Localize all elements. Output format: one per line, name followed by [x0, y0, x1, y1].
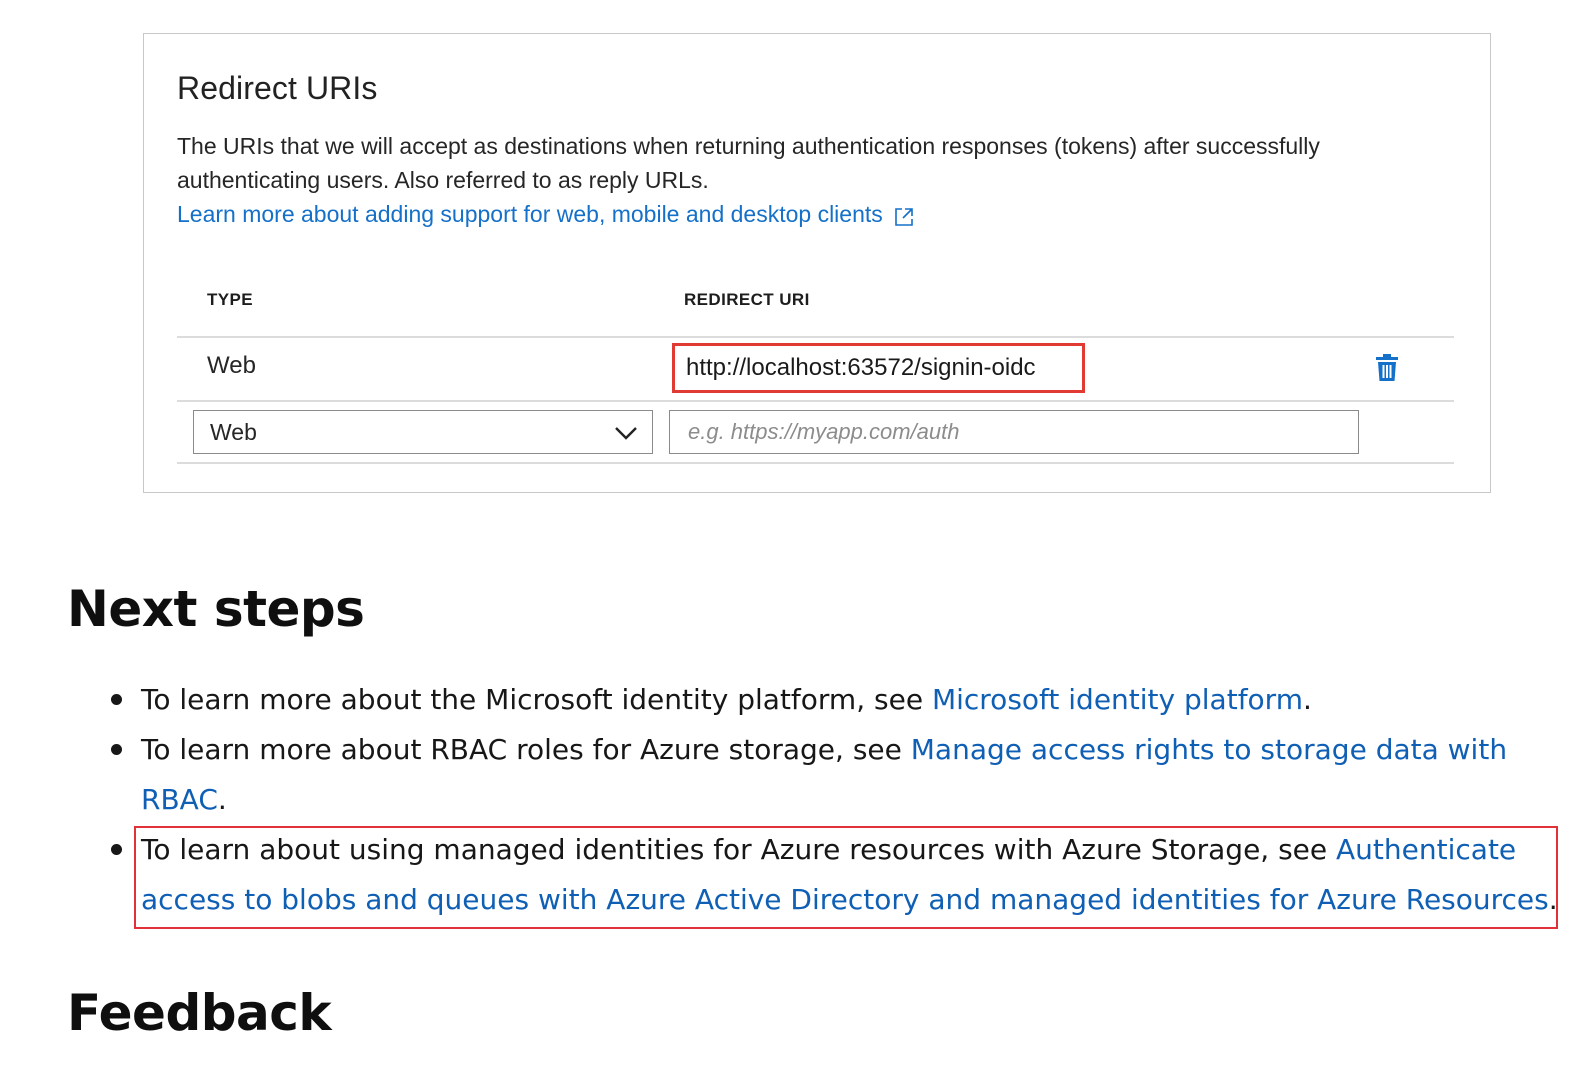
list-item: To learn about using managed identities … [0, 825, 1561, 925]
row-redirect-uri[interactable]: http://localhost:63572/signin-oidc [672, 343, 1085, 393]
list-item-punct: . [1302, 683, 1312, 716]
list-item-punct: . [217, 783, 227, 816]
list-item: To learn more about RBAC roles for Azure… [0, 725, 1561, 825]
list-item-text: To learn more about RBAC roles for Azure… [141, 733, 911, 766]
microsoft-identity-platform-link[interactable]: Microsoft identity platform [932, 683, 1303, 716]
column-header-type: TYPE [207, 290, 254, 309]
bullet [111, 744, 122, 755]
feedback-heading: Feedback [67, 984, 332, 1042]
type-dropdown[interactable]: Web [193, 410, 653, 454]
chevron-down-icon [614, 419, 638, 446]
redirect-uri-input[interactable] [669, 410, 1359, 454]
list-item: To learn more about the Microsoft identi… [0, 675, 1561, 725]
panel-title: Redirect URIs [177, 70, 378, 106]
next-steps-list: To learn more about the Microsoft identi… [0, 675, 1594, 925]
learn-more-link-label: Learn more about adding support for web,… [177, 201, 883, 227]
learn-more-link[interactable]: Learn more about adding support for web,… [177, 197, 915, 231]
panel-description: The URIs that we will accept as destinat… [177, 133, 1320, 193]
bullet [111, 694, 122, 705]
list-item-text: To learn more about the Microsoft identi… [141, 683, 932, 716]
bullet [111, 844, 122, 855]
table-divider [177, 400, 1454, 402]
type-dropdown-value: Web [210, 418, 257, 445]
row-type: Web [207, 352, 256, 379]
column-header-redirect-uri: REDIRECT URI [684, 290, 810, 309]
next-steps-heading: Next steps [67, 580, 365, 638]
list-item-punct: . [1548, 883, 1558, 916]
table-divider [177, 462, 1454, 464]
redirect-uris-panel: Redirect URIs The URIs that we will acce… [143, 33, 1491, 493]
list-item-text: To learn about using managed identities … [141, 833, 1337, 866]
table-divider [177, 336, 1454, 338]
trash-icon[interactable] [1375, 354, 1399, 382]
external-link-icon [893, 203, 915, 226]
